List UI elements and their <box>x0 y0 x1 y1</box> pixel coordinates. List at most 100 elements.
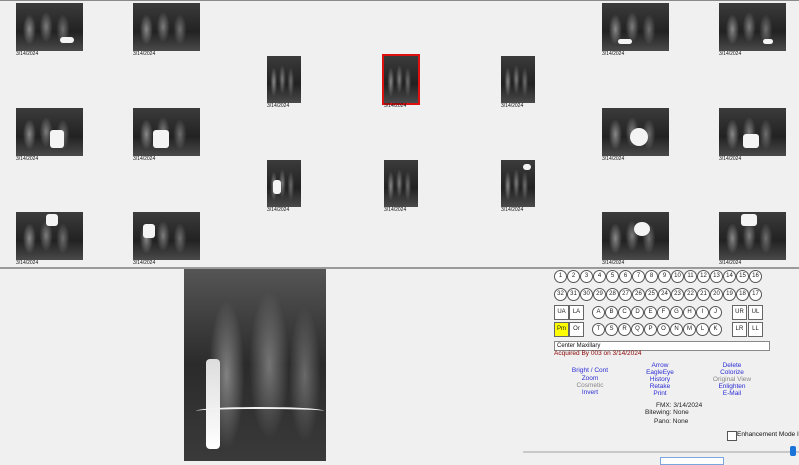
email-link[interactable]: E-Mail <box>702 390 762 397</box>
print-link[interactable]: Print <box>630 390 690 397</box>
primary-tooth-S[interactable]: S <box>605 323 618 336</box>
ul-button[interactable]: UL <box>748 305 763 320</box>
bright-cont-link[interactable]: Bright / Cont <box>560 367 620 374</box>
tooth-20[interactable]: 20 <box>710 288 723 301</box>
zoom-link[interactable]: Zoom <box>560 375 620 382</box>
xray-thumb[interactable] <box>133 212 200 260</box>
xray-thumb[interactable] <box>133 108 200 156</box>
primary-tooth-L[interactable]: L <box>696 323 709 336</box>
primary-tooth-H[interactable]: H <box>683 306 696 319</box>
ua-button[interactable]: UA <box>554 305 569 320</box>
primary-tooth-O[interactable]: O <box>657 323 670 336</box>
thumb-date: 3/14/2024 <box>384 103 407 109</box>
tooth-12[interactable]: 12 <box>697 270 710 283</box>
ur-button[interactable]: UR <box>732 305 747 320</box>
retake-link[interactable]: Retake <box>630 383 690 390</box>
tooth-31[interactable]: 31 <box>567 288 580 301</box>
tooth-2[interactable]: 2 <box>567 270 580 283</box>
primary-tooth-R[interactable]: R <box>618 323 631 336</box>
primary-tooth-B[interactable]: B <box>605 306 618 319</box>
tooth-18[interactable]: 18 <box>736 288 749 301</box>
xray-thumb[interactable] <box>267 56 301 103</box>
primary-tooth-G[interactable]: G <box>670 306 683 319</box>
tooth-8[interactable]: 8 <box>645 270 658 283</box>
primary-tooth-M[interactable]: M <box>683 323 696 336</box>
enhancement-mode-checkbox[interactable] <box>727 431 737 441</box>
tooth-22[interactable]: 22 <box>684 288 697 301</box>
xray-thumb[interactable] <box>501 56 535 103</box>
slider-handle[interactable] <box>790 446 796 456</box>
xray-thumb[interactable] <box>602 212 669 260</box>
tooth-3[interactable]: 3 <box>580 270 593 283</box>
primary-tooth-C[interactable]: C <box>618 306 631 319</box>
xray-thumb[interactable] <box>133 3 200 51</box>
tooth-16[interactable]: 16 <box>749 270 762 283</box>
tooth-27[interactable]: 27 <box>619 288 632 301</box>
tooth-29[interactable]: 29 <box>593 288 606 301</box>
main-xray-view[interactable] <box>184 269 326 461</box>
primary-tooth-T[interactable]: T <box>592 323 605 336</box>
eagleeye-link[interactable]: EagleEye <box>630 369 690 376</box>
xray-thumb[interactable] <box>719 212 786 260</box>
xray-thumb[interactable] <box>719 3 786 51</box>
tooth-21[interactable]: 21 <box>697 288 710 301</box>
tooth-14[interactable]: 14 <box>723 270 736 283</box>
tooth-4[interactable]: 4 <box>593 270 606 283</box>
primary-tooth-D[interactable]: D <box>631 306 644 319</box>
tooth-26[interactable]: 26 <box>632 288 645 301</box>
tooth-28[interactable]: 28 <box>606 288 619 301</box>
lr-button[interactable]: LR <box>732 322 747 337</box>
bottom-input-box[interactable] <box>660 457 724 465</box>
tooth-10[interactable]: 10 <box>671 270 684 283</box>
xray-thumb[interactable] <box>501 160 535 207</box>
tooth-15[interactable]: 15 <box>736 270 749 283</box>
tooth-7[interactable]: 7 <box>632 270 645 283</box>
tooth-24[interactable]: 24 <box>658 288 671 301</box>
thumb-date: 3/14/2024 <box>267 207 290 213</box>
primary-tooth-P[interactable]: P <box>644 323 657 336</box>
enlighten-link[interactable]: Enlighten <box>702 383 762 390</box>
xray-thumb[interactable] <box>16 212 83 260</box>
colorize-link[interactable]: Colorize <box>702 369 762 376</box>
la-button[interactable]: LA <box>569 305 584 320</box>
primary-tooth-K[interactable]: K <box>709 323 722 336</box>
pano-info: Pano: None <box>654 418 689 425</box>
tooth-17[interactable]: 17 <box>749 288 762 301</box>
tooth-25[interactable]: 25 <box>645 288 658 301</box>
xray-thumb[interactable] <box>384 160 418 207</box>
xray-thumb-selected[interactable] <box>382 54 420 105</box>
primary-tooth-E[interactable]: E <box>644 306 657 319</box>
tooth-19[interactable]: 19 <box>723 288 736 301</box>
history-link[interactable]: History <box>630 376 690 383</box>
primary-tooth-A[interactable]: A <box>592 306 605 319</box>
xray-thumb[interactable] <box>16 3 83 51</box>
primary-tooth-I[interactable]: I <box>696 306 709 319</box>
delete-link[interactable]: Delete <box>702 362 762 369</box>
pm-button[interactable]: Pm <box>554 322 569 337</box>
ll-button[interactable]: LL <box>748 322 763 337</box>
tooth-13[interactable]: 13 <box>710 270 723 283</box>
brightness-slider-track[interactable] <box>523 451 799 453</box>
primary-tooth-J[interactable]: J <box>709 306 722 319</box>
tooth-11[interactable]: 11 <box>684 270 697 283</box>
tooth-23[interactable]: 23 <box>671 288 684 301</box>
panel-divider[interactable] <box>0 267 799 269</box>
xray-thumb[interactable] <box>602 108 669 156</box>
xray-thumb[interactable] <box>267 160 301 207</box>
tooth-6[interactable]: 6 <box>619 270 632 283</box>
invert-link[interactable]: Invert <box>560 389 620 396</box>
tooth-5[interactable]: 5 <box>606 270 619 283</box>
primary-tooth-F[interactable]: F <box>657 306 670 319</box>
tooth-30[interactable]: 30 <box>580 288 593 301</box>
tooth-9[interactable]: 9 <box>658 270 671 283</box>
xray-thumb[interactable] <box>719 108 786 156</box>
primary-tooth-N[interactable]: N <box>670 323 683 336</box>
primary-tooth-Q[interactable]: Q <box>631 323 644 336</box>
xray-thumb[interactable] <box>602 3 669 51</box>
thumb-date: 3/14/2024 <box>133 51 156 57</box>
xray-thumb[interactable] <box>16 108 83 156</box>
tooth-32[interactable]: 32 <box>554 288 567 301</box>
tooth-1[interactable]: 1 <box>554 270 567 283</box>
arrow-link[interactable]: Arrow <box>630 362 690 369</box>
or-button[interactable]: Or <box>569 322 584 337</box>
